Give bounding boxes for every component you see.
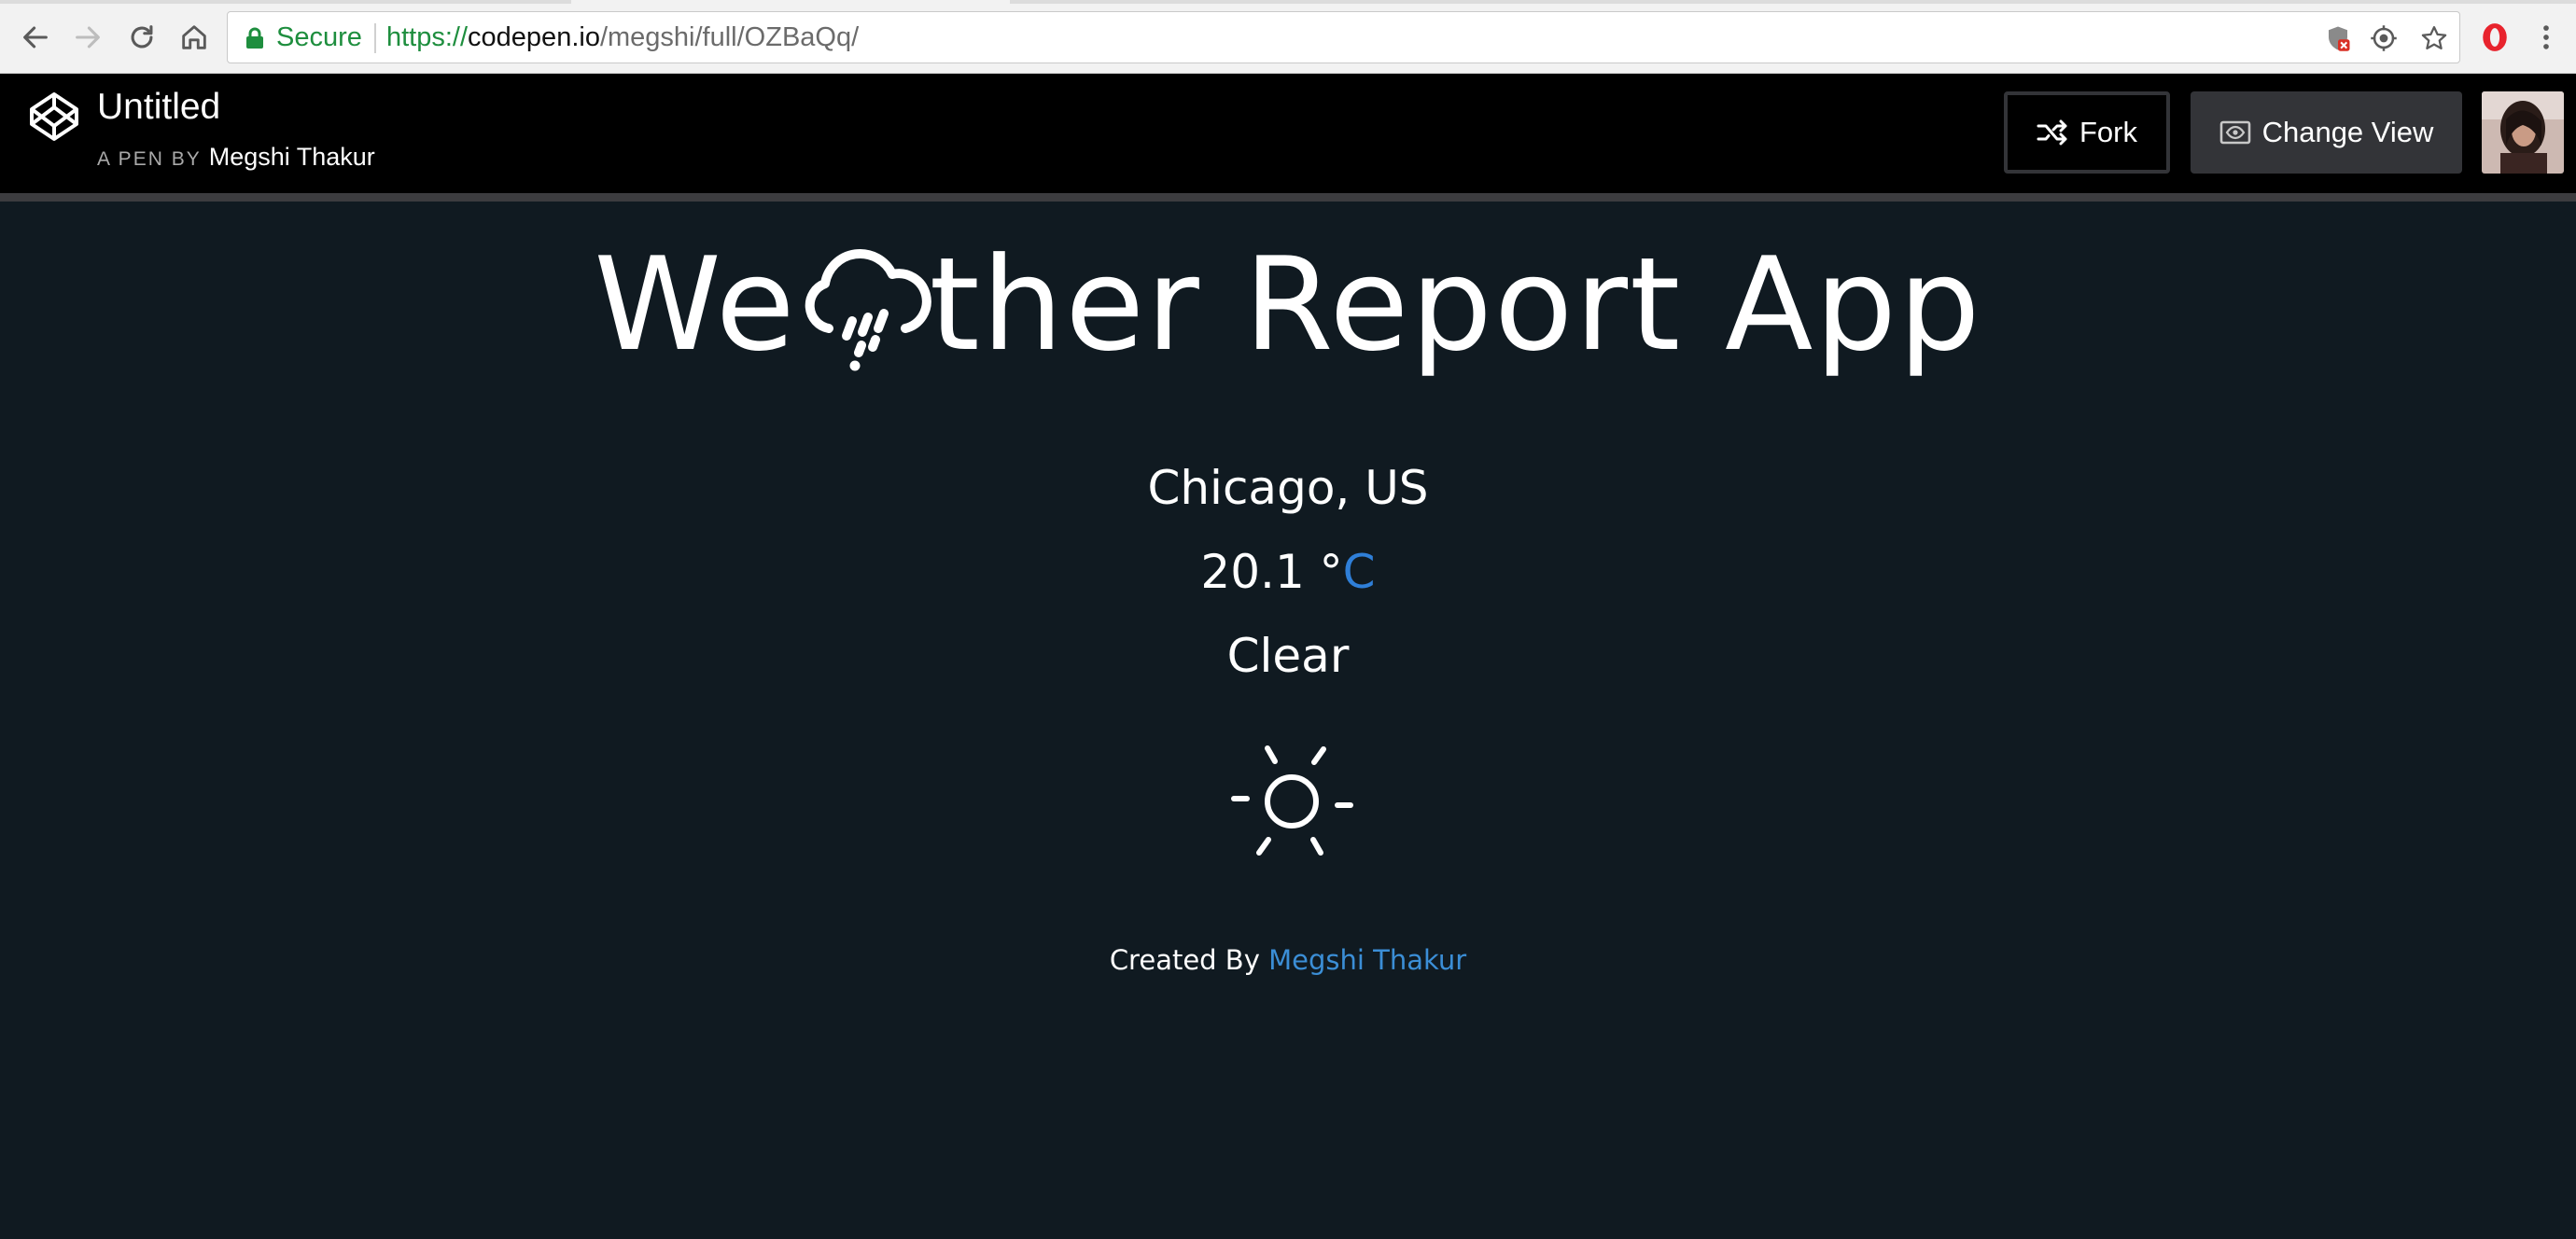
credit-author-link[interactable]: Megshi Thakur	[1268, 944, 1466, 976]
cloud-rain-icon	[805, 249, 931, 371]
shield-blocked-icon[interactable]	[2323, 23, 2353, 53]
header-divider	[0, 193, 2576, 202]
temperature: 20.1 °C	[0, 545, 2576, 599]
url-text[interactable]: https://codepen.io/megshi/full/OZBaQq/	[386, 22, 859, 53]
fork-label: Fork	[2079, 116, 2137, 148]
sun-icon	[1231, 745, 1353, 856]
lock-icon	[246, 27, 263, 49]
address-divider	[374, 23, 376, 53]
target-icon[interactable]	[2369, 23, 2399, 53]
url-host: codepen.io	[468, 22, 600, 52]
reload-icon[interactable]	[121, 17, 162, 58]
back-icon[interactable]	[15, 17, 56, 58]
city-label: Chicago, US	[1147, 461, 1429, 515]
forward-icon[interactable]	[67, 17, 108, 58]
degree-symbol: °	[1319, 545, 1343, 599]
star-icon[interactable]	[2419, 23, 2449, 53]
pen-title[interactable]: Untitled	[97, 87, 220, 128]
change-view-label: Change View	[2261, 116, 2434, 148]
home-icon[interactable]	[174, 17, 215, 58]
tab-strip	[0, 0, 2576, 4]
browser-toolbar: Secure https://codepen.io/megshi/full/OZ…	[0, 0, 2576, 74]
fork-icon	[2037, 119, 2067, 146]
url-path: /megshi/full/OZBaQq/	[599, 22, 860, 52]
title-text-end: ther Report App	[929, 230, 1982, 380]
change-view-button[interactable]: Change View	[2191, 91, 2462, 174]
author-link[interactable]: Megshi Thakur	[209, 143, 375, 171]
opera-icon[interactable]	[2476, 19, 2513, 56]
active-tab-edge	[571, 0, 1010, 4]
codepen-logo-icon[interactable]	[28, 90, 80, 143]
codepen-header: Untitled A PEN BY Megshi Thakur Fork Chan…	[0, 74, 2576, 193]
view-icon	[2219, 120, 2250, 145]
fork-button[interactable]: Fork	[2004, 91, 2170, 174]
secure-label: Secure	[276, 22, 362, 52]
credit-label: Created By	[1109, 944, 1260, 976]
kebab-menu-icon[interactable]	[2527, 19, 2565, 56]
credit-line: Created By Megshi Thakur	[0, 944, 2576, 976]
byline-label: A PEN BY	[97, 148, 202, 170]
page-title: We ther Report App	[0, 230, 2576, 380]
unit-toggle[interactable]: C	[1343, 545, 1376, 599]
pen-byline: A PEN BY Megshi Thakur	[97, 143, 375, 172]
url-scheme: https://	[386, 22, 469, 52]
weather-condition: Clear	[1226, 629, 1350, 683]
avatar[interactable]	[2482, 91, 2564, 174]
address-bar[interactable]: Secure https://codepen.io/megshi/full/OZ…	[227, 11, 2460, 63]
temperature-value: 20.1	[1200, 545, 1305, 599]
weather-app: We ther Report App Chicago, US 20.1 °C C…	[0, 202, 2576, 1239]
title-text-start: We	[594, 230, 797, 380]
